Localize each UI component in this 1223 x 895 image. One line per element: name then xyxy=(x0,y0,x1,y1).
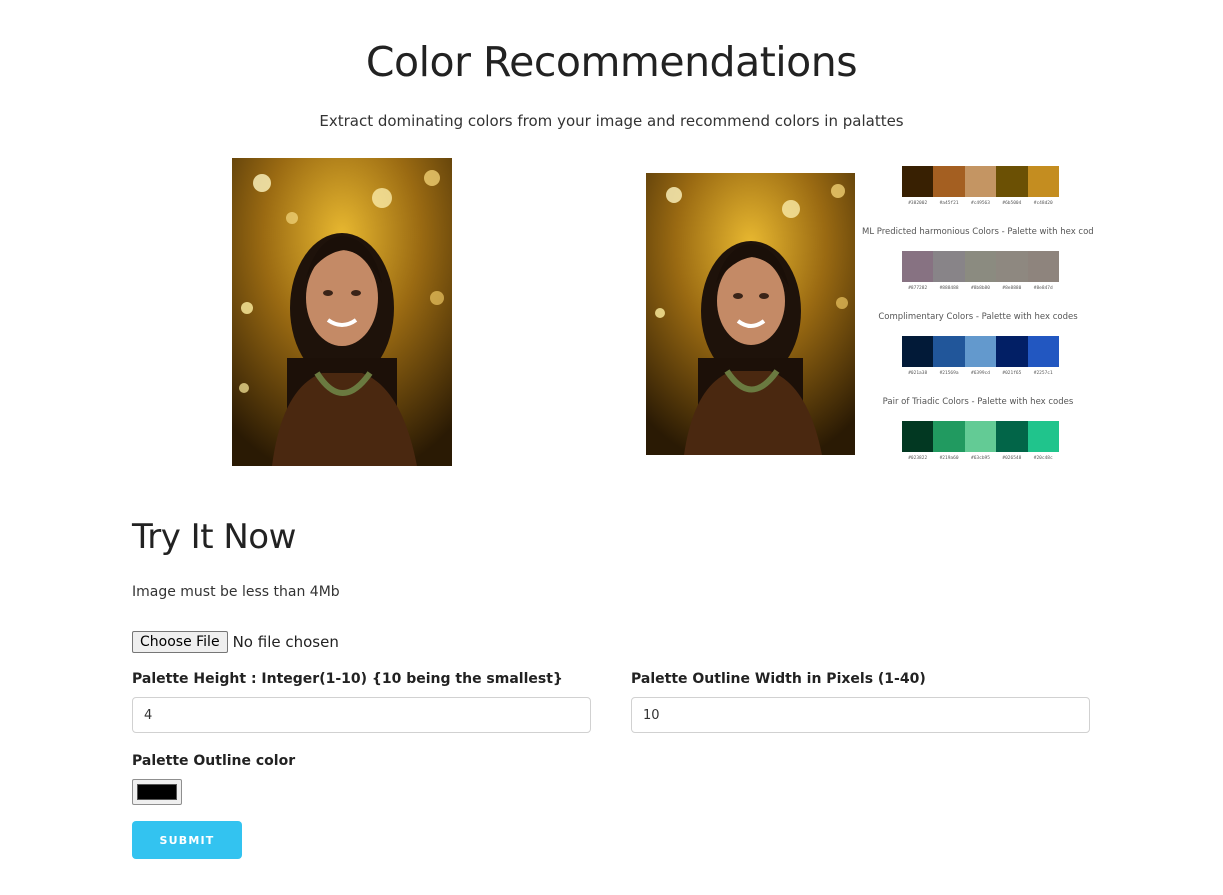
outline-width-label: Palette Outline Width in Pixels (1-40) xyxy=(631,671,926,687)
processed-image xyxy=(646,173,855,455)
outline-color-label: Palette Outline color xyxy=(132,753,296,769)
palette-harmonious xyxy=(902,251,1059,282)
page-title: Color Recommendations xyxy=(365,38,858,86)
swatch xyxy=(1027,166,1059,197)
outline-width-input[interactable] xyxy=(631,697,1090,733)
swatch xyxy=(964,336,997,367)
hex-label: #20c48c xyxy=(1033,456,1053,461)
hex-label: #6399cd xyxy=(970,371,990,376)
swatch xyxy=(902,421,934,452)
swatch xyxy=(996,166,1028,197)
swatch xyxy=(902,251,934,282)
hex-row: #023822 #219a60 #63cb95 #026548 #20c48c xyxy=(902,456,1059,461)
page-subtitle: Extract dominating colors from your imag… xyxy=(319,112,904,130)
outline-color-picker[interactable] xyxy=(132,779,182,805)
hex-label: #877282 xyxy=(908,286,928,291)
palette-label-complementary: Complimentary Colors - Palette with hex … xyxy=(878,312,1078,322)
palette-triadic xyxy=(902,421,1059,452)
hex-label: #8e8880 xyxy=(1002,286,1022,291)
swatch xyxy=(902,166,934,197)
swatch xyxy=(1027,336,1059,367)
hex-row: #021a38 #21569a #6399cd #021f65 #2257c1 xyxy=(902,371,1059,376)
hex-label: #021a38 xyxy=(908,371,928,376)
hex-label: #382002 xyxy=(908,201,928,206)
try-section-title: Try It Now xyxy=(132,517,296,557)
hex-row: #877282 #888488 #8b8b80 #8e8880 #8e847d xyxy=(902,286,1059,291)
palette-height-label: Palette Height : Integer(1-10) {10 being… xyxy=(132,671,563,687)
hex-label: #2257c1 xyxy=(1033,371,1053,376)
hex-label: #021f65 xyxy=(1002,371,1022,376)
swatch xyxy=(996,336,1028,367)
hex-row: #382002 #a45f21 #c49563 #6b5004 #c48d20 xyxy=(902,201,1059,206)
hex-label: #888488 xyxy=(939,286,959,291)
swatch xyxy=(933,421,965,452)
palette-label-triadic: Pair of Triadic Colors - Palette with he… xyxy=(882,397,1074,407)
hex-label: #8b8b80 xyxy=(970,286,990,291)
hex-label: #c49563 xyxy=(970,201,990,206)
hex-label: #a45f21 xyxy=(939,201,959,206)
file-input[interactable]: Choose File No file chosen xyxy=(132,631,339,653)
color-swatch xyxy=(137,784,177,800)
choose-file-button[interactable]: Choose File xyxy=(132,631,228,653)
hex-label: #c48d20 xyxy=(1033,201,1053,206)
palette-label-harmonious: ML Predicted harmonious Colors - Palette… xyxy=(862,227,1094,237)
swatch xyxy=(964,251,997,282)
swatch xyxy=(1027,421,1059,452)
swatch xyxy=(1027,251,1059,282)
swatch xyxy=(902,336,934,367)
swatch xyxy=(933,166,965,197)
size-note: Image must be less than 4Mb xyxy=(132,584,340,600)
file-status: No file chosen xyxy=(232,633,339,651)
swatch xyxy=(996,251,1028,282)
palette-complementary xyxy=(902,336,1059,367)
hex-label: #026548 xyxy=(1002,456,1022,461)
palette-dominant xyxy=(902,166,1059,197)
swatch xyxy=(933,336,965,367)
palette-height-input[interactable] xyxy=(132,697,591,733)
hex-label: #6b5004 xyxy=(1002,201,1022,206)
hex-label: #8e847d xyxy=(1033,286,1053,291)
original-image xyxy=(232,158,452,466)
hex-label: #023822 xyxy=(908,456,928,461)
swatch xyxy=(964,421,997,452)
submit-button[interactable]: SUBMIT xyxy=(132,821,242,859)
swatch xyxy=(964,166,997,197)
hex-label: #21569a xyxy=(939,371,959,376)
swatch xyxy=(933,251,965,282)
hex-label: #219a60 xyxy=(939,456,959,461)
swatch xyxy=(996,421,1028,452)
hex-label: #63cb95 xyxy=(970,456,990,461)
